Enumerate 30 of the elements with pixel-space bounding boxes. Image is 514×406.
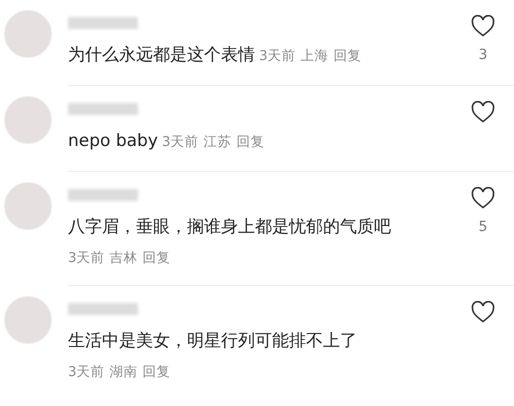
avatar[interactable] <box>4 10 52 58</box>
comment-text: 八字眉，垂眼，搁谁身上都是忧郁的气质吧 <box>68 217 391 237</box>
like-heart-icon[interactable] <box>471 101 495 123</box>
comment-time: 3天前 <box>68 364 105 380</box>
avatar[interactable] <box>4 182 52 230</box>
like-count: 5 <box>478 219 488 235</box>
comment-location: 江苏 <box>203 134 232 150</box>
comment-time: 3天前 <box>259 48 296 64</box>
username-blurred[interactable] <box>68 17 138 29</box>
comment-text: 生活中是美女，明星行列可能排不上了 <box>68 331 357 351</box>
reply-link[interactable]: 回复 <box>142 250 171 266</box>
comment-location: 吉林 <box>110 250 138 266</box>
comment-text: nepo baby <box>68 131 158 151</box>
username-blurred[interactable] <box>68 103 138 115</box>
avatar[interactable] <box>4 96 52 144</box>
comment-text: 为什么永远都是这个表情 <box>68 45 255 65</box>
reply-link[interactable]: 回复 <box>142 364 171 380</box>
reply-link[interactable]: 回复 <box>236 134 264 150</box>
comment-location: 湖南 <box>110 364 138 380</box>
like-heart-icon[interactable] <box>471 187 495 209</box>
username-blurred[interactable] <box>68 189 138 201</box>
reply-link[interactable]: 回复 <box>334 48 362 64</box>
like-heart-icon[interactable] <box>471 301 495 323</box>
like-heart-icon[interactable] <box>471 15 495 37</box>
like-count: 3 <box>478 47 488 63</box>
username-blurred[interactable] <box>68 303 138 315</box>
comment-time: 3天前 <box>162 134 198 150</box>
avatar[interactable] <box>4 296 52 344</box>
comment-location: 上海 <box>300 48 329 64</box>
comment-time: 3天前 <box>68 250 105 266</box>
